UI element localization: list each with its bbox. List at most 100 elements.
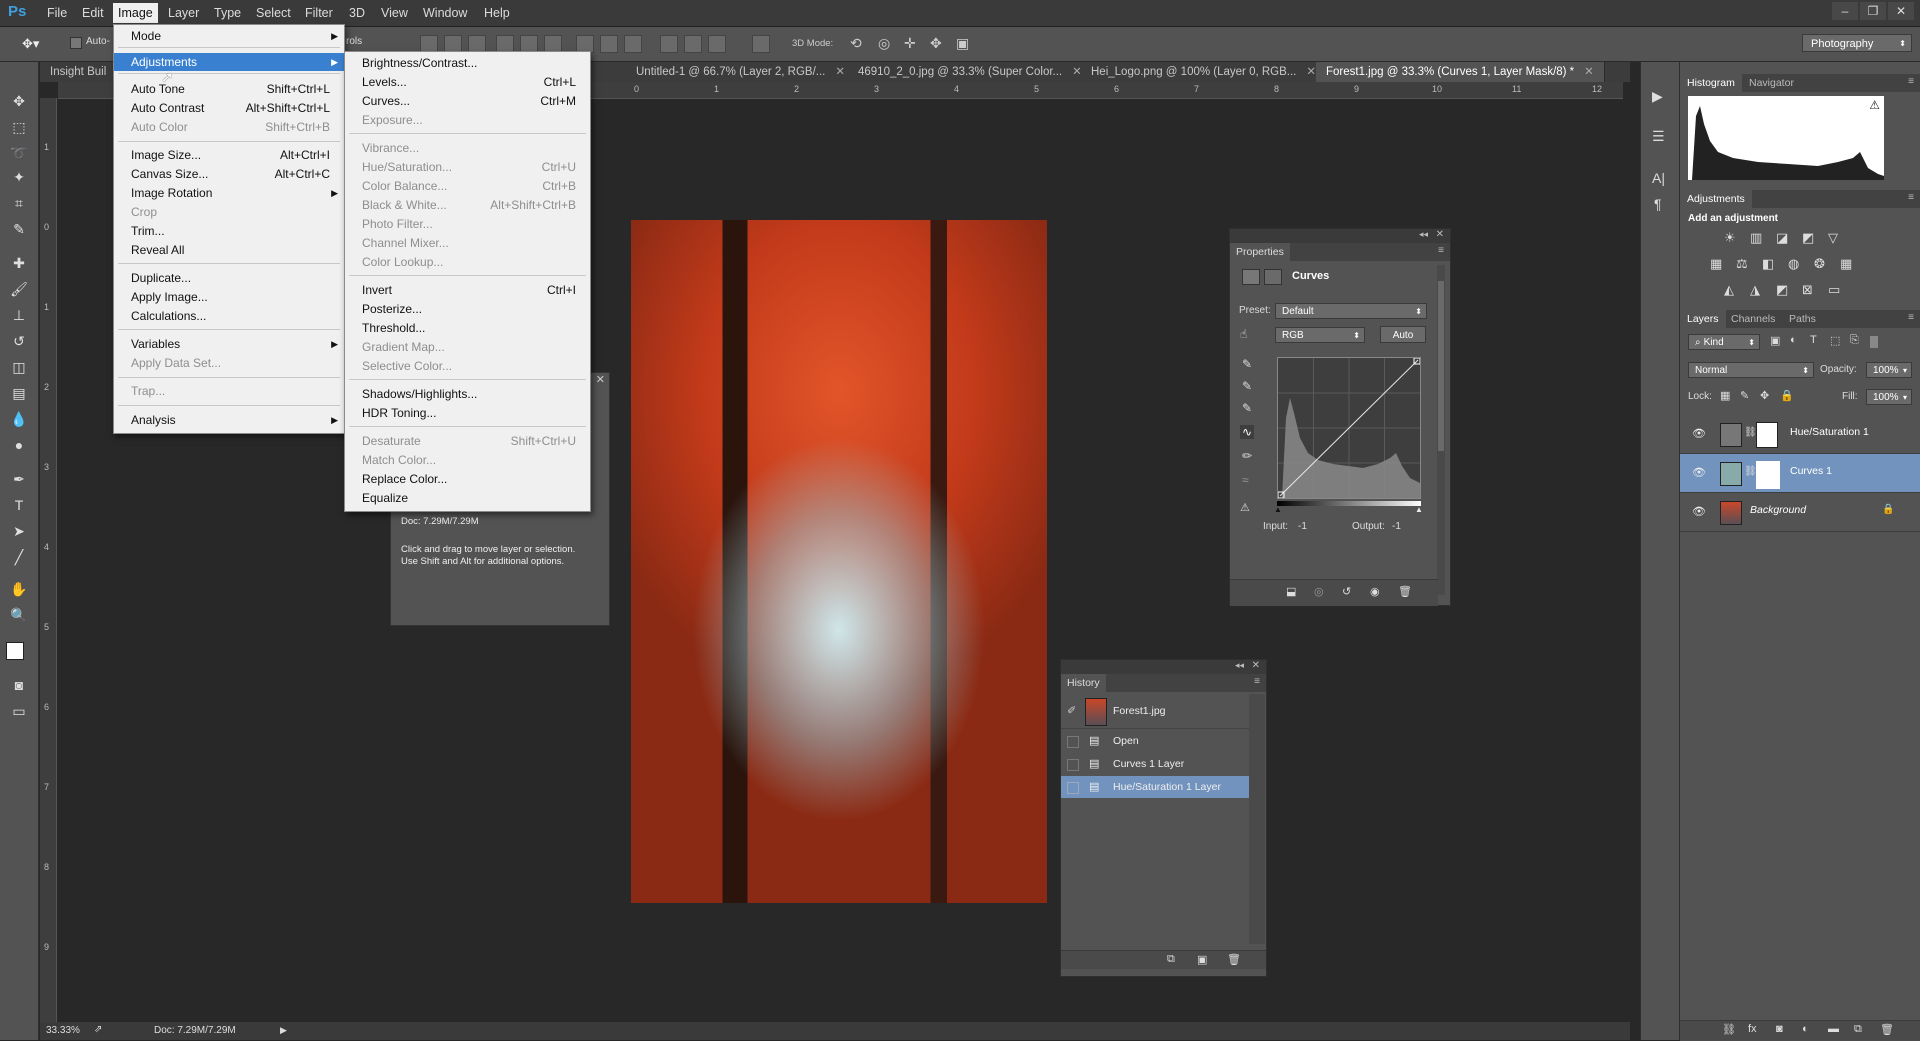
menu-item-variables[interactable]: Variables ▶ — [114, 335, 344, 353]
tab-layers[interactable]: Layers — [1680, 310, 1726, 328]
menu-item-adjustments[interactable]: Adjustments ▶ — [114, 53, 344, 71]
menu-item-duplicate[interactable]: Duplicate... — [114, 269, 344, 287]
tab-forest1[interactable]: Forest1.jpg @ 33.3% (Curves 1, Layer Mas… — [1316, 62, 1605, 82]
black-point-eyedropper-icon[interactable]: ✎ — [1242, 357, 1252, 371]
scrollbar-thumb[interactable] — [1438, 281, 1444, 451]
menu-item-trim[interactable]: Trim... — [114, 222, 344, 240]
lock-image-icon[interactable]: ✎ — [1740, 389, 1749, 402]
healing-brush-tool-icon[interactable]: ✚ — [9, 254, 29, 272]
close-icon[interactable]: ✕ — [1252, 660, 1260, 671]
collapse-icon[interactable]: ◂◂ — [1419, 229, 1428, 240]
magic-wand-tool-icon[interactable]: ✦ — [9, 168, 29, 186]
history-snapshot[interactable]: ✐ Forest1.jpg — [1061, 694, 1249, 729]
panel-titlebar[interactable]: ◂◂ ✕ — [1061, 660, 1266, 674]
trash-icon[interactable]: 🗑 — [1880, 1023, 1894, 1036]
pen-tool-icon[interactable]: ✒ — [9, 470, 29, 488]
paragraph-panel-icon[interactable]: ¶ — [1654, 196, 1662, 212]
layer-row[interactable]: 👁 Background 🔒 — [1680, 493, 1920, 532]
history-brush-tool-icon[interactable]: ↺ — [9, 332, 29, 350]
panel-titlebar[interactable]: ◂◂ ✕ — [1230, 229, 1450, 243]
gradient-map-icon[interactable]: ▭ — [1828, 282, 1840, 298]
menu-item-reveal-all[interactable]: Reveal All — [114, 241, 344, 259]
status-menu-arrow-icon[interactable]: ▶ — [280, 1025, 287, 1036]
invert-icon[interactable]: ◭ — [1724, 282, 1734, 298]
menu-item-image-rotation[interactable]: Image Rotation ▶ — [114, 184, 344, 202]
preset-select[interactable]: Default ⬍ — [1275, 303, 1427, 319]
layer-mask-thumbnail[interactable] — [1756, 461, 1780, 489]
tab-navigator[interactable]: Navigator — [1742, 74, 1801, 92]
menu-filter[interactable]: Filter — [300, 5, 338, 21]
menu-3d[interactable]: 3D — [344, 5, 370, 21]
filter-type-icon[interactable]: T — [1810, 334, 1817, 346]
3d-roll-icon[interactable]: ◎ — [878, 35, 890, 52]
3d-slide-icon[interactable]: ✥ — [930, 35, 942, 52]
lock-transparent-icon[interactable]: ▦ — [1720, 389, 1730, 402]
crop-tool-icon[interactable]: ⌗ — [9, 194, 29, 212]
close-icon[interactable]: ✕ — [1584, 66, 1594, 78]
hand-tool-icon[interactable]: ✋ — [9, 580, 29, 598]
clipping-warning-icon[interactable]: ⚠ — [1240, 501, 1250, 514]
gradient-tool-icon[interactable]: ▤ — [9, 384, 29, 402]
selective-color-icon[interactable]: ⊠ — [1802, 282, 1813, 298]
link-icon[interactable]: ⛓ — [1744, 427, 1757, 438]
channel-select[interactable]: RGB ⬍ — [1275, 327, 1365, 343]
color-balance-icon[interactable]: ⚖ — [1736, 256, 1748, 272]
close-button[interactable]: ✕ — [1888, 2, 1914, 20]
menu-item-canvas-size[interactable]: Canvas Size... Alt+Ctrl+C — [114, 165, 344, 183]
history-item[interactable]: ▤ Open — [1061, 730, 1249, 752]
new-group-folder-icon[interactable]: ▬ — [1828, 1023, 1839, 1035]
menu-item-image-size[interactable]: Image Size... Alt+Ctrl+I — [114, 146, 344, 164]
collapse-icon[interactable]: ◂◂ — [1235, 660, 1244, 671]
visibility-eye-icon[interactable]: 👁 — [1692, 505, 1706, 518]
visibility-eye-icon[interactable]: ◉ — [1370, 585, 1380, 598]
minimize-button[interactable]: – — [1832, 2, 1858, 20]
menu-item-equalize[interactable]: Equalize — [345, 489, 590, 507]
panel-menu-icon[interactable]: ≡ — [1908, 312, 1914, 323]
new-layer-icon[interactable]: ⧉ — [1854, 1023, 1862, 1036]
layer-mask-icon[interactable] — [1264, 269, 1282, 285]
panel-menu-icon[interactable]: ≡ — [1908, 76, 1914, 87]
document-canvas-image[interactable] — [631, 220, 1047, 903]
move-tool-icon[interactable]: ✥ — [9, 92, 29, 110]
fill-input[interactable]: 100% ▾ — [1866, 389, 1912, 405]
distribute-vcenter-icon[interactable] — [600, 35, 618, 53]
menu-item-auto-tone[interactable]: Auto Tone Shift+Ctrl+L — [114, 80, 344, 98]
panel-menu-icon[interactable]: ≡ — [1908, 192, 1914, 203]
trash-icon[interactable]: 🗑 — [1227, 953, 1241, 966]
camera-icon[interactable]: ▣ — [1197, 953, 1207, 966]
menu-type[interactable]: Type — [209, 5, 246, 21]
close-icon[interactable]: ✕ — [1436, 229, 1444, 240]
layer-row[interactable]: 👁 ⛓ Curves 1 — [1680, 454, 1920, 493]
history-brush-checkbox[interactable] — [1067, 782, 1079, 794]
posterize-icon[interactable]: ◮ — [1750, 282, 1760, 298]
channel-mixer-icon[interactable]: ❂ — [1814, 256, 1825, 272]
close-icon[interactable]: ✕ — [835, 66, 845, 78]
auto-select-checkbox[interactable] — [70, 37, 82, 49]
smooth-curve-icon[interactable]: ≈ — [1242, 473, 1249, 487]
blend-mode-select[interactable]: Normal ⬍ — [1688, 362, 1814, 378]
new-adjustment-layer-icon[interactable]: ◐ — [1802, 1023, 1809, 1035]
tab-46910[interactable]: 46910_2_0.jpg @ 33.3% (Super Color... ✕ — [848, 62, 1093, 82]
filter-smart-object-icon[interactable]: ⎘ — [1850, 334, 1859, 347]
3d-scale-icon[interactable]: ▣ — [956, 35, 969, 52]
tab-paths[interactable]: Paths — [1782, 310, 1823, 328]
hue-saturation-icon[interactable]: ▦ — [1710, 256, 1722, 272]
curves-icon[interactable]: ◪ — [1776, 230, 1788, 246]
clip-to-layer-icon[interactable]: ⬓ — [1286, 585, 1296, 598]
filter-shape-icon[interactable]: ⬚ — [1830, 334, 1840, 347]
layer-mask-thumbnail[interactable] — [1756, 422, 1778, 448]
link-layers-icon[interactable]: ⛓ — [1722, 1023, 1736, 1036]
menu-edit[interactable]: Edit — [77, 5, 109, 21]
menu-item-invert[interactable]: Invert Ctrl+I — [345, 281, 590, 299]
menu-item-levels[interactable]: Levels... Ctrl+L — [345, 73, 590, 91]
3d-orbit-icon[interactable]: ⟲ — [850, 35, 862, 52]
menu-image[interactable]: Image — [113, 3, 158, 23]
dodge-tool-icon[interactable]: ● — [9, 436, 29, 454]
tab-histogram[interactable]: Histogram — [1680, 74, 1742, 92]
photo-filter-icon[interactable]: ◍ — [1788, 256, 1799, 272]
menu-item-brightness-contrast[interactable]: Brightness/Contrast... — [345, 54, 590, 72]
curves-graph[interactable] — [1277, 357, 1421, 499]
menu-layer[interactable]: Layer — [163, 5, 204, 21]
close-icon[interactable]: ✕ — [1306, 66, 1316, 78]
color-lookup-icon[interactable]: ▦ — [1840, 256, 1852, 272]
